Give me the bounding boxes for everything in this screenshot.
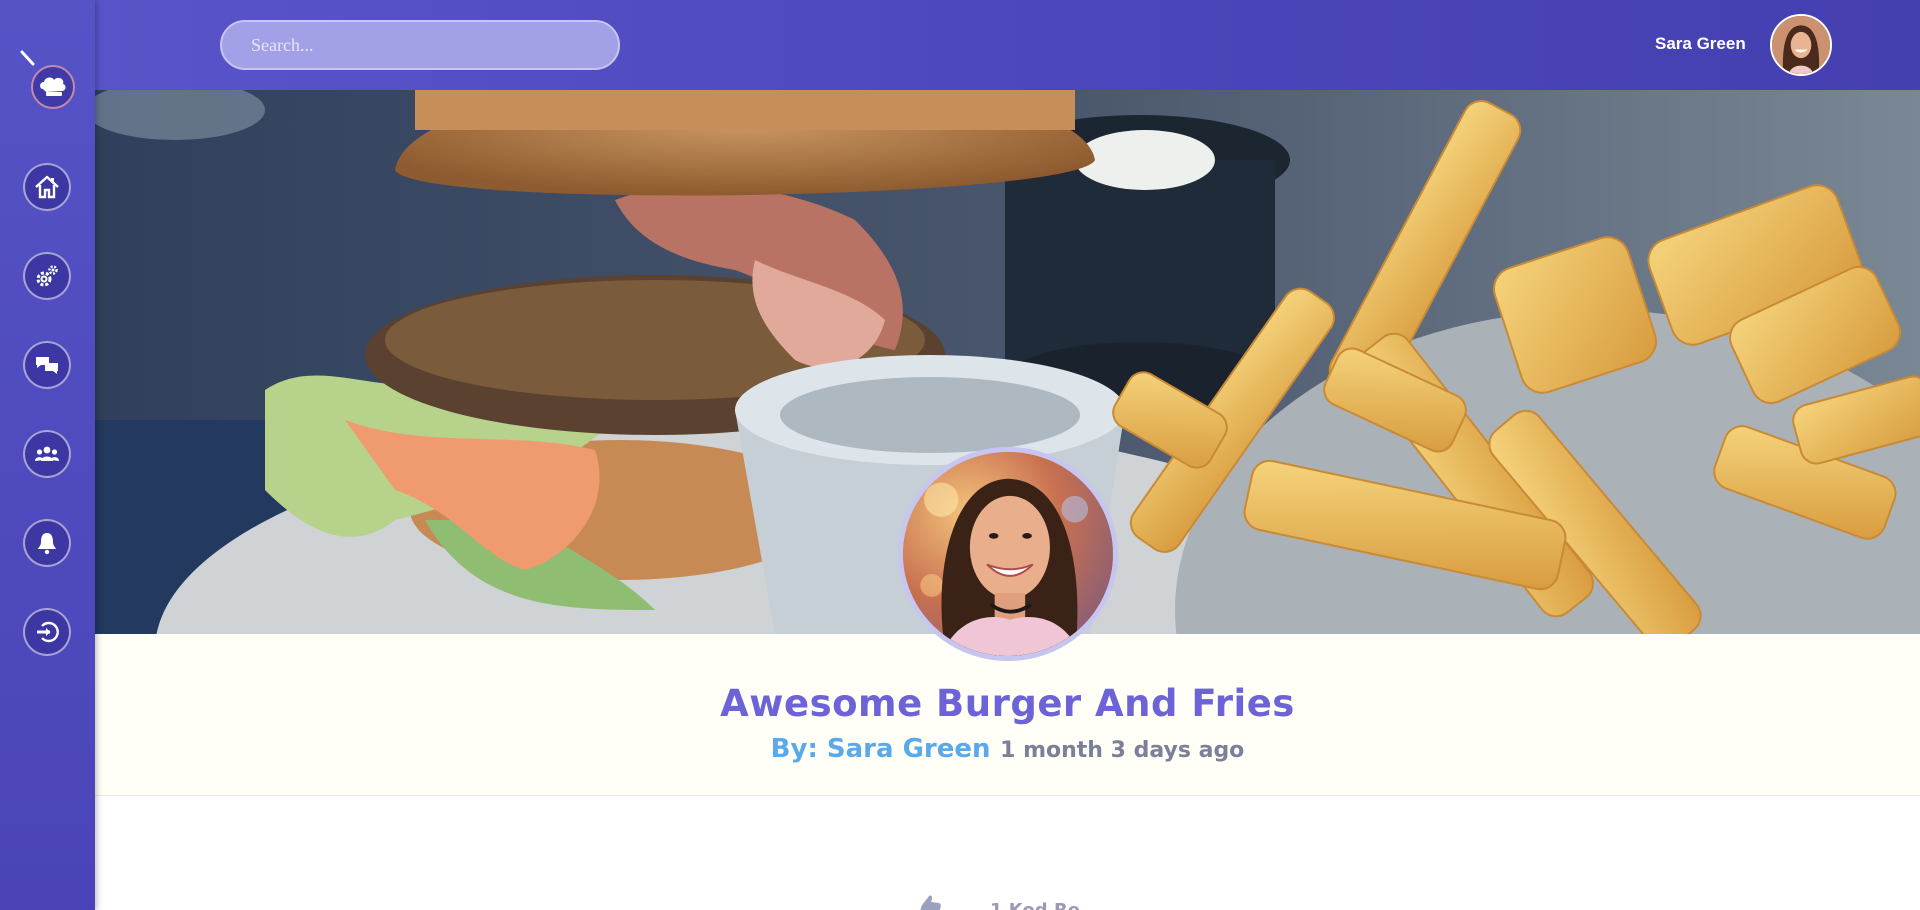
nav-notifications-button[interactable] bbox=[23, 519, 71, 567]
nav-home-button[interactable] bbox=[23, 163, 71, 211]
bell-icon bbox=[38, 533, 56, 555]
post-meta: By: Sara Green 1 month 3 days ago bbox=[95, 734, 1920, 764]
chat-icon bbox=[36, 357, 58, 374]
user-name[interactable]: Sara Green bbox=[1655, 34, 1746, 54]
home-icon bbox=[35, 175, 59, 199]
chef-hat-icon bbox=[31, 65, 75, 109]
author-avatar[interactable] bbox=[898, 447, 1118, 661]
app-logo[interactable] bbox=[20, 50, 80, 110]
post-title: Awesome Burger And Fries bbox=[720, 682, 1295, 725]
search-input[interactable] bbox=[220, 20, 620, 70]
sidebar bbox=[0, 0, 95, 910]
top-bar: Sara Green bbox=[95, 0, 1920, 90]
nav-messages-button[interactable] bbox=[23, 341, 71, 389]
post-time: 1 month 3 days ago bbox=[1000, 738, 1245, 763]
nav-groups-button[interactable] bbox=[23, 430, 71, 478]
likes-count: 1 Kod Re bbox=[990, 900, 1080, 910]
user-avatar[interactable] bbox=[1770, 14, 1832, 76]
nav-settings-button[interactable] bbox=[23, 252, 71, 300]
post-content: 1 Kod Re bbox=[95, 796, 1920, 910]
users-icon bbox=[35, 446, 59, 461]
nav-logout-button[interactable] bbox=[23, 608, 71, 656]
sign-out-icon bbox=[37, 621, 59, 643]
gears-icon bbox=[36, 265, 58, 287]
spoon-icon bbox=[20, 50, 35, 66]
thumbs-up-icon[interactable] bbox=[915, 894, 943, 910]
author-link[interactable]: By: Sara Green bbox=[771, 734, 991, 764]
